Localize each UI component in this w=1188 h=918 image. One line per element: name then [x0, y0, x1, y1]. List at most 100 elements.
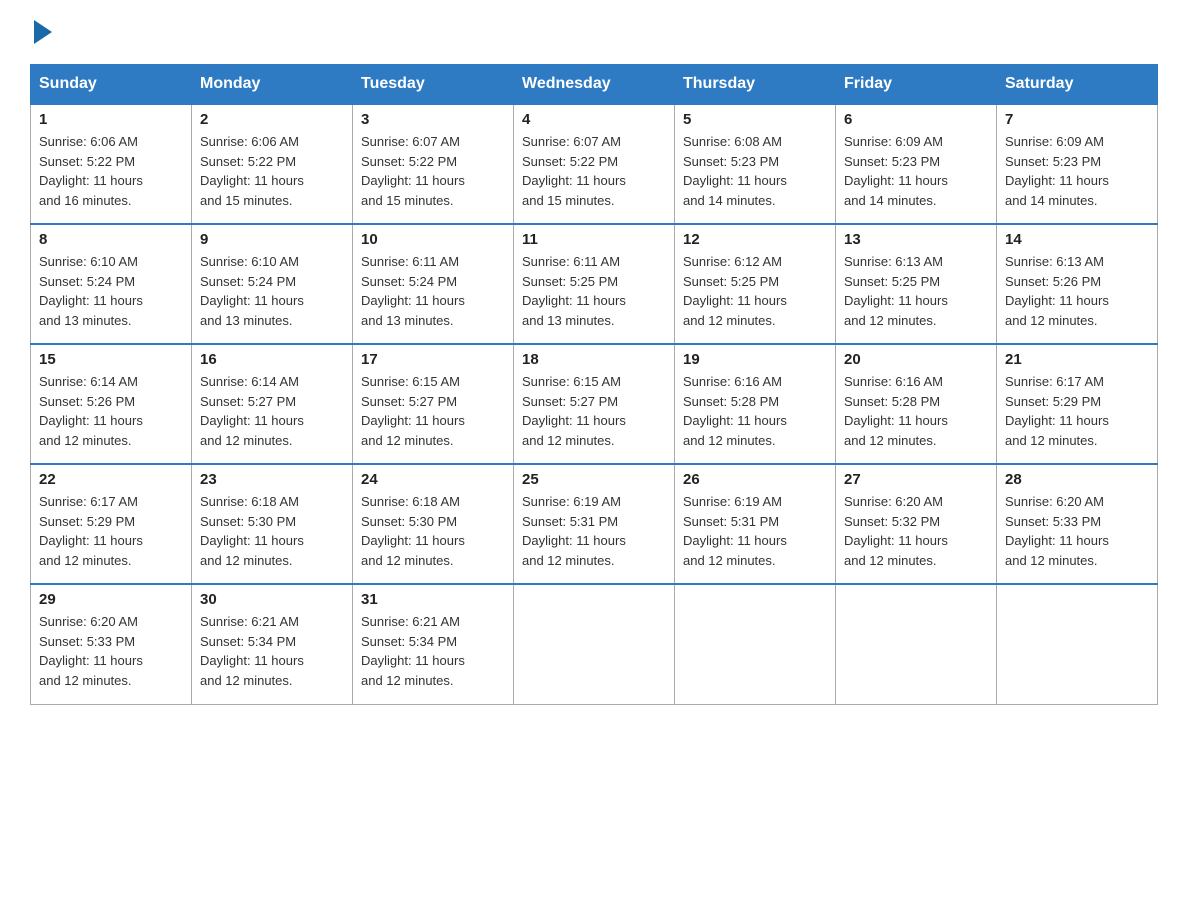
calendar-header: SundayMondayTuesdayWednesdayThursdayFrid…: [31, 65, 1158, 105]
calendar-cell: 4 Sunrise: 6:07 AM Sunset: 5:22 PM Dayli…: [514, 104, 675, 224]
calendar-cell: 30 Sunrise: 6:21 AM Sunset: 5:34 PM Dayl…: [192, 584, 353, 704]
day-info: Sunrise: 6:17 AM Sunset: 5:29 PM Dayligh…: [39, 492, 183, 570]
day-info: Sunrise: 6:15 AM Sunset: 5:27 PM Dayligh…: [361, 372, 505, 450]
day-number: 4: [522, 111, 666, 128]
day-number: 31: [361, 591, 505, 608]
logo-arrow-icon: [34, 20, 52, 44]
calendar-cell: 27 Sunrise: 6:20 AM Sunset: 5:32 PM Dayl…: [836, 464, 997, 584]
day-info: Sunrise: 6:19 AM Sunset: 5:31 PM Dayligh…: [522, 492, 666, 570]
day-info: Sunrise: 6:17 AM Sunset: 5:29 PM Dayligh…: [1005, 372, 1149, 450]
day-number: 9: [200, 231, 344, 248]
day-number: 22: [39, 471, 183, 488]
calendar-cell: 25 Sunrise: 6:19 AM Sunset: 5:31 PM Dayl…: [514, 464, 675, 584]
calendar-cell: 11 Sunrise: 6:11 AM Sunset: 5:25 PM Dayl…: [514, 224, 675, 344]
calendar-cell: 18 Sunrise: 6:15 AM Sunset: 5:27 PM Dayl…: [514, 344, 675, 464]
day-number: 24: [361, 471, 505, 488]
day-number: 27: [844, 471, 988, 488]
header-monday: Monday: [192, 65, 353, 105]
calendar-cell: 28 Sunrise: 6:20 AM Sunset: 5:33 PM Dayl…: [997, 464, 1158, 584]
day-info: Sunrise: 6:20 AM Sunset: 5:33 PM Dayligh…: [39, 612, 183, 690]
header-saturday: Saturday: [997, 65, 1158, 105]
calendar-cell: 26 Sunrise: 6:19 AM Sunset: 5:31 PM Dayl…: [675, 464, 836, 584]
day-info: Sunrise: 6:20 AM Sunset: 5:32 PM Dayligh…: [844, 492, 988, 570]
header-sunday: Sunday: [31, 65, 192, 105]
day-number: 13: [844, 231, 988, 248]
day-info: Sunrise: 6:16 AM Sunset: 5:28 PM Dayligh…: [683, 372, 827, 450]
calendar-cell: [514, 584, 675, 704]
week-row-3: 15 Sunrise: 6:14 AM Sunset: 5:26 PM Dayl…: [31, 344, 1158, 464]
header-wednesday: Wednesday: [514, 65, 675, 105]
day-number: 18: [522, 351, 666, 368]
day-info: Sunrise: 6:12 AM Sunset: 5:25 PM Dayligh…: [683, 252, 827, 330]
calendar-cell: 29 Sunrise: 6:20 AM Sunset: 5:33 PM Dayl…: [31, 584, 192, 704]
calendar-cell: 7 Sunrise: 6:09 AM Sunset: 5:23 PM Dayli…: [997, 104, 1158, 224]
day-info: Sunrise: 6:07 AM Sunset: 5:22 PM Dayligh…: [361, 132, 505, 210]
day-info: Sunrise: 6:20 AM Sunset: 5:33 PM Dayligh…: [1005, 492, 1149, 570]
week-row-2: 8 Sunrise: 6:10 AM Sunset: 5:24 PM Dayli…: [31, 224, 1158, 344]
day-number: 17: [361, 351, 505, 368]
day-number: 7: [1005, 111, 1149, 128]
calendar-cell: 9 Sunrise: 6:10 AM Sunset: 5:24 PM Dayli…: [192, 224, 353, 344]
calendar-cell: 15 Sunrise: 6:14 AM Sunset: 5:26 PM Dayl…: [31, 344, 192, 464]
day-info: Sunrise: 6:09 AM Sunset: 5:23 PM Dayligh…: [844, 132, 988, 210]
calendar-cell: 23 Sunrise: 6:18 AM Sunset: 5:30 PM Dayl…: [192, 464, 353, 584]
calendar-cell: 13 Sunrise: 6:13 AM Sunset: 5:25 PM Dayl…: [836, 224, 997, 344]
day-info: Sunrise: 6:13 AM Sunset: 5:26 PM Dayligh…: [1005, 252, 1149, 330]
calendar-cell: [675, 584, 836, 704]
day-number: 26: [683, 471, 827, 488]
day-number: 25: [522, 471, 666, 488]
page-header: [30, 20, 1158, 44]
calendar-cell: 20 Sunrise: 6:16 AM Sunset: 5:28 PM Dayl…: [836, 344, 997, 464]
day-number: 23: [200, 471, 344, 488]
calendar-cell: 12 Sunrise: 6:12 AM Sunset: 5:25 PM Dayl…: [675, 224, 836, 344]
day-info: Sunrise: 6:10 AM Sunset: 5:24 PM Dayligh…: [39, 252, 183, 330]
calendar-cell: [836, 584, 997, 704]
day-number: 29: [39, 591, 183, 608]
day-number: 5: [683, 111, 827, 128]
day-info: Sunrise: 6:21 AM Sunset: 5:34 PM Dayligh…: [200, 612, 344, 690]
day-info: Sunrise: 6:16 AM Sunset: 5:28 PM Dayligh…: [844, 372, 988, 450]
calendar-cell: 10 Sunrise: 6:11 AM Sunset: 5:24 PM Dayl…: [353, 224, 514, 344]
day-info: Sunrise: 6:14 AM Sunset: 5:27 PM Dayligh…: [200, 372, 344, 450]
day-number: 12: [683, 231, 827, 248]
header-thursday: Thursday: [675, 65, 836, 105]
week-row-4: 22 Sunrise: 6:17 AM Sunset: 5:29 PM Dayl…: [31, 464, 1158, 584]
header-tuesday: Tuesday: [353, 65, 514, 105]
day-info: Sunrise: 6:10 AM Sunset: 5:24 PM Dayligh…: [200, 252, 344, 330]
calendar-cell: [997, 584, 1158, 704]
day-number: 8: [39, 231, 183, 248]
day-number: 10: [361, 231, 505, 248]
calendar-cell: 17 Sunrise: 6:15 AM Sunset: 5:27 PM Dayl…: [353, 344, 514, 464]
day-number: 21: [1005, 351, 1149, 368]
day-info: Sunrise: 6:14 AM Sunset: 5:26 PM Dayligh…: [39, 372, 183, 450]
calendar-cell: 1 Sunrise: 6:06 AM Sunset: 5:22 PM Dayli…: [31, 104, 192, 224]
calendar-cell: 8 Sunrise: 6:10 AM Sunset: 5:24 PM Dayli…: [31, 224, 192, 344]
calendar-cell: 24 Sunrise: 6:18 AM Sunset: 5:30 PM Dayl…: [353, 464, 514, 584]
day-number: 3: [361, 111, 505, 128]
day-number: 15: [39, 351, 183, 368]
day-number: 1: [39, 111, 183, 128]
day-info: Sunrise: 6:09 AM Sunset: 5:23 PM Dayligh…: [1005, 132, 1149, 210]
day-info: Sunrise: 6:18 AM Sunset: 5:30 PM Dayligh…: [200, 492, 344, 570]
calendar-cell: 22 Sunrise: 6:17 AM Sunset: 5:29 PM Dayl…: [31, 464, 192, 584]
calendar-cell: 2 Sunrise: 6:06 AM Sunset: 5:22 PM Dayli…: [192, 104, 353, 224]
calendar-table: SundayMondayTuesdayWednesdayThursdayFrid…: [30, 64, 1158, 705]
day-info: Sunrise: 6:08 AM Sunset: 5:23 PM Dayligh…: [683, 132, 827, 210]
calendar-cell: 3 Sunrise: 6:07 AM Sunset: 5:22 PM Dayli…: [353, 104, 514, 224]
day-info: Sunrise: 6:21 AM Sunset: 5:34 PM Dayligh…: [361, 612, 505, 690]
calendar-cell: 14 Sunrise: 6:13 AM Sunset: 5:26 PM Dayl…: [997, 224, 1158, 344]
day-info: Sunrise: 6:11 AM Sunset: 5:25 PM Dayligh…: [522, 252, 666, 330]
calendar-cell: 5 Sunrise: 6:08 AM Sunset: 5:23 PM Dayli…: [675, 104, 836, 224]
day-info: Sunrise: 6:07 AM Sunset: 5:22 PM Dayligh…: [522, 132, 666, 210]
header-friday: Friday: [836, 65, 997, 105]
day-number: 19: [683, 351, 827, 368]
header-row: SundayMondayTuesdayWednesdayThursdayFrid…: [31, 65, 1158, 105]
week-row-1: 1 Sunrise: 6:06 AM Sunset: 5:22 PM Dayli…: [31, 104, 1158, 224]
calendar-body: 1 Sunrise: 6:06 AM Sunset: 5:22 PM Dayli…: [31, 104, 1158, 704]
day-number: 14: [1005, 231, 1149, 248]
logo: [30, 20, 54, 44]
day-info: Sunrise: 6:19 AM Sunset: 5:31 PM Dayligh…: [683, 492, 827, 570]
week-row-5: 29 Sunrise: 6:20 AM Sunset: 5:33 PM Dayl…: [31, 584, 1158, 704]
day-number: 6: [844, 111, 988, 128]
day-info: Sunrise: 6:11 AM Sunset: 5:24 PM Dayligh…: [361, 252, 505, 330]
